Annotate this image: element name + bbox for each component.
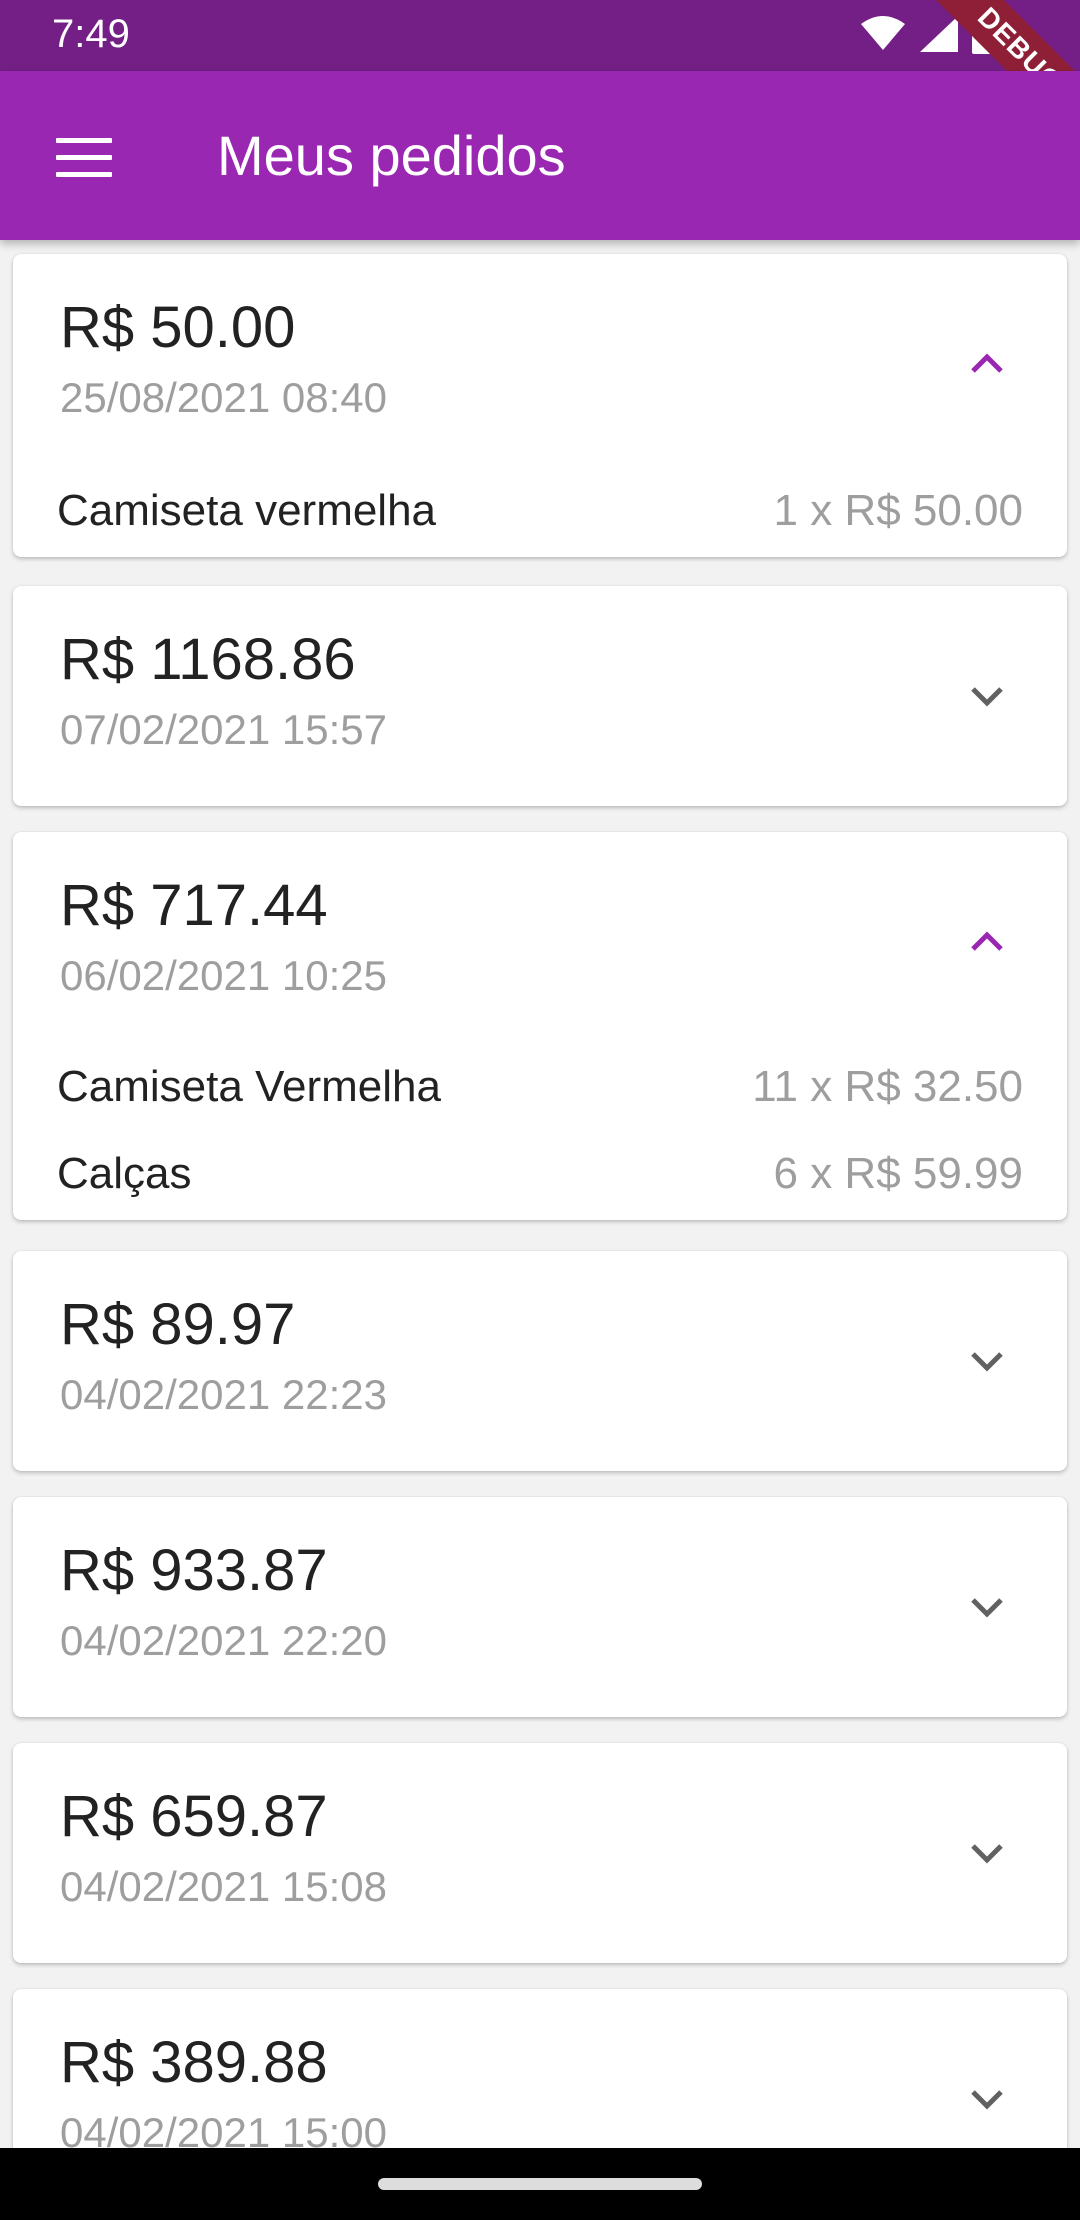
order-item-row: Camiseta vermelha 1 x R$ 50.00 <box>57 486 1023 546</box>
order-date: 04/02/2021 22:23 <box>60 1371 387 1418</box>
order-date: 04/02/2021 15:00 <box>60 2109 387 2148</box>
order-card[interactable]: R$ 717.44 06/02/2021 10:25 Camiseta Verm… <box>13 832 1067 1220</box>
order-date: 25/08/2021 08:40 <box>60 374 387 421</box>
order-total: R$ 389.88 <box>60 2030 328 2095</box>
chevron-down-icon[interactable] <box>967 2079 1007 2119</box>
navigation-bar <box>0 2148 1080 2220</box>
order-total: R$ 89.97 <box>60 1292 296 1357</box>
page-title: Meus pedidos <box>217 124 566 187</box>
chevron-down-icon[interactable] <box>967 1587 1007 1627</box>
order-date: 06/02/2021 10:25 <box>60 952 387 999</box>
chevron-down-icon[interactable] <box>967 1833 1007 1873</box>
menu-icon[interactable] <box>56 138 112 178</box>
order-card[interactable]: R$ 89.97 04/02/2021 22:23 <box>13 1251 1067 1471</box>
order-date: 07/02/2021 15:57 <box>60 706 387 753</box>
item-name: Camiseta Vermelha <box>57 1062 441 1111</box>
chevron-up-icon[interactable] <box>967 922 1007 962</box>
order-total: R$ 1168.86 <box>60 627 356 692</box>
item-name: Calças <box>57 1149 192 1198</box>
wifi-icon <box>860 15 906 57</box>
item-name: Camiseta vermelha <box>57 486 437 535</box>
order-total: R$ 933.87 <box>60 1538 328 1603</box>
order-date: 04/02/2021 15:08 <box>60 1863 387 1910</box>
order-item-row: Camiseta Vermelha 11 x R$ 32.50 <box>57 1062 1023 1122</box>
item-quantity-price: 6 x R$ 59.99 <box>773 1149 1024 1198</box>
order-card[interactable]: R$ 659.87 04/02/2021 15:08 <box>13 1743 1067 1963</box>
order-list[interactable]: R$ 50.00 25/08/2021 08:40 Camiseta verme… <box>0 240 1080 2148</box>
signal-icon <box>920 15 958 57</box>
item-quantity-price: 1 x R$ 50.00 <box>773 486 1024 535</box>
order-card[interactable]: R$ 50.00 25/08/2021 08:40 Camiseta verme… <box>13 254 1067 557</box>
status-bar: 7:49 DEBUG <box>0 0 1080 159</box>
order-card[interactable]: R$ 389.88 04/02/2021 15:00 <box>13 1989 1067 2148</box>
item-quantity-price: 11 x R$ 32.50 <box>752 1062 1023 1111</box>
chevron-up-icon[interactable] <box>967 344 1007 384</box>
order-card[interactable]: R$ 933.87 04/02/2021 22:20 <box>13 1497 1067 1717</box>
home-indicator[interactable] <box>378 2178 702 2190</box>
order-item-row: Calças 6 x R$ 59.99 <box>57 1149 1023 1209</box>
order-total: R$ 717.44 <box>60 873 328 938</box>
order-total: R$ 50.00 <box>60 295 296 360</box>
order-total: R$ 659.87 <box>60 1784 328 1849</box>
app-bar: Meus pedidos <box>0 71 1080 240</box>
chevron-down-icon[interactable] <box>967 676 1007 716</box>
chevron-down-icon[interactable] <box>967 1341 1007 1381</box>
status-time: 7:49 <box>52 12 130 56</box>
order-card[interactable]: R$ 1168.86 07/02/2021 15:57 <box>13 586 1067 806</box>
order-date: 04/02/2021 22:20 <box>60 1617 387 1664</box>
